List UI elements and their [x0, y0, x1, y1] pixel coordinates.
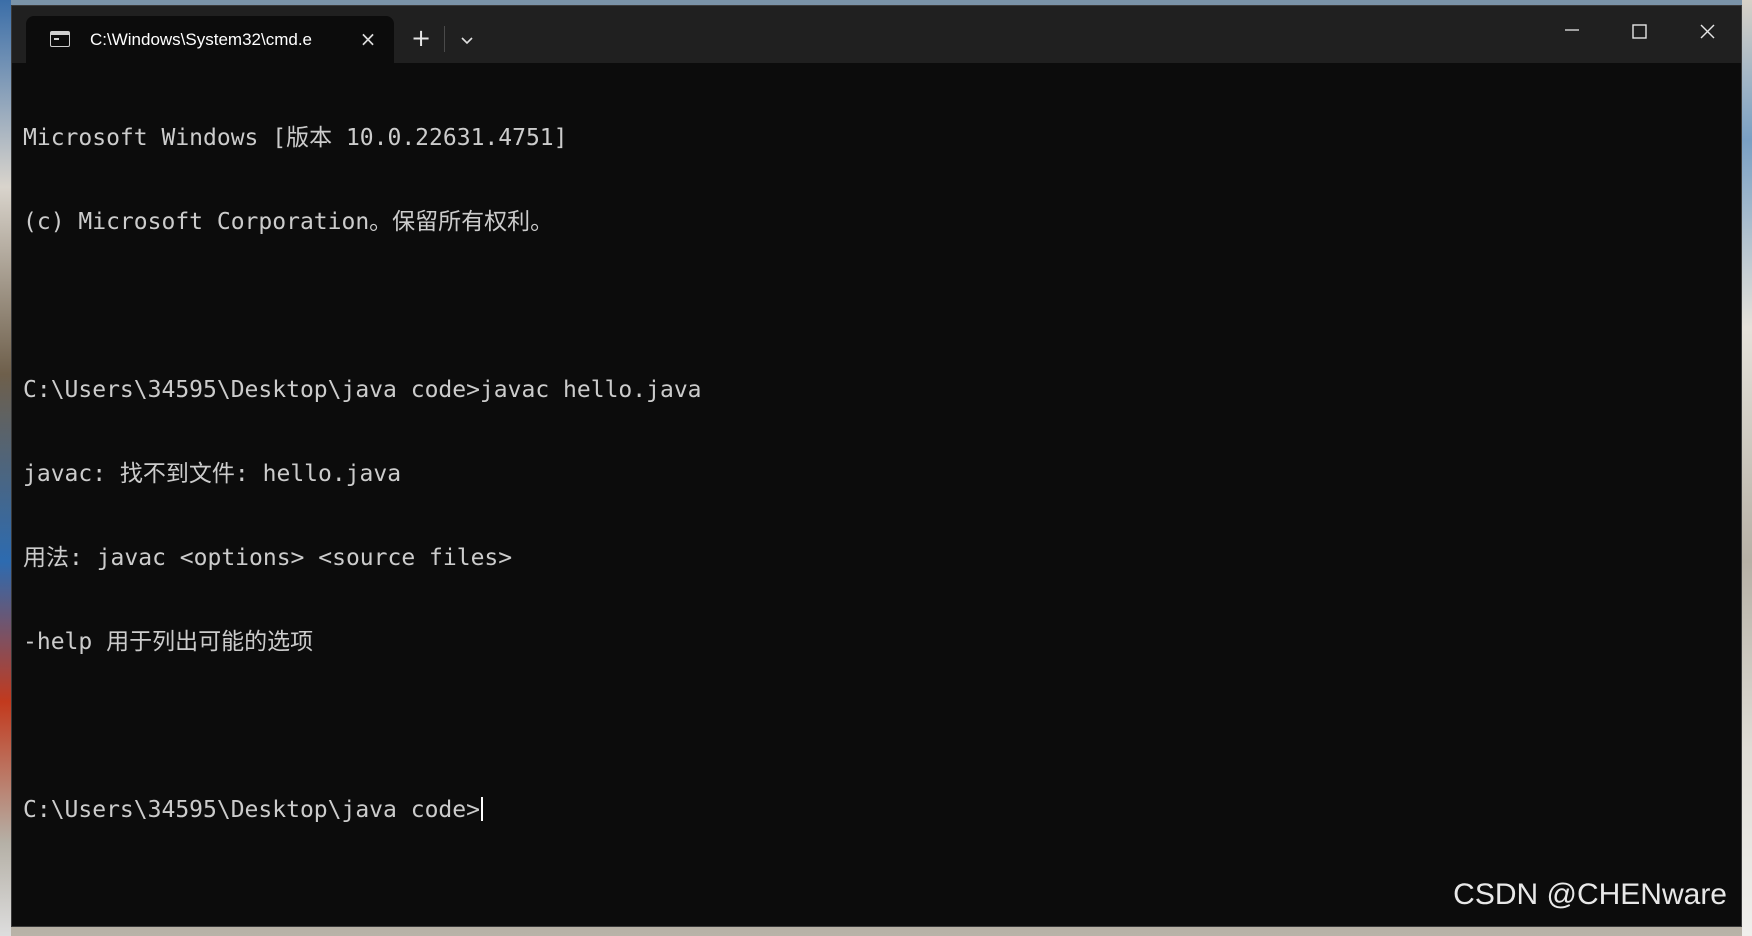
title-bar[interactable]: C:\Windows\System32\cmd.e × + [12, 6, 1741, 63]
tab-divider [444, 26, 445, 52]
console-line: (c) Microsoft Corporation。保留所有权利。 [23, 209, 554, 235]
console-line: C:\Users\34595\Desktop\java code>javac h… [23, 377, 702, 403]
maximize-icon [1632, 24, 1647, 39]
chevron-down-icon [461, 37, 473, 45]
text-cursor [480, 797, 483, 821]
desktop-left-edge [0, 0, 11, 936]
console-output[interactable]: Microsoft Windows [版本 10.0.22631.4751] (… [23, 68, 702, 880]
console-line: Microsoft Windows [版本 10.0.22631.4751] [23, 125, 568, 151]
minimize-icon [1565, 29, 1579, 31]
close-icon [1700, 24, 1715, 39]
new-tab-button[interactable]: + [406, 23, 436, 53]
watermark: CSDN @CHENware [1453, 878, 1727, 911]
console-line: -help 用于列出可能的选项 [23, 629, 314, 655]
minimize-button[interactable] [1537, 6, 1605, 63]
console-line: javac: 找不到文件: hello.java [23, 461, 402, 487]
console-prompt-line[interactable]: C:\Users\34595\Desktop\java code> [23, 796, 702, 824]
close-button[interactable] [1673, 6, 1741, 63]
console-prompt: C:\Users\34595\Desktop\java code> [23, 797, 480, 823]
tab-cmd[interactable]: C:\Windows\System32\cmd.e × [26, 16, 394, 63]
maximize-button[interactable] [1605, 6, 1673, 63]
console-line: 用法: javac <options> <source files> [23, 545, 513, 571]
tab-title: C:\Windows\System32\cmd.e [90, 30, 313, 49]
dropdown-button[interactable] [452, 26, 482, 56]
tab-close-icon[interactable]: × [356, 27, 380, 51]
desktop-right-edge [1742, 0, 1752, 936]
terminal-window: C:\Windows\System32\cmd.e × + Microsoft … [11, 5, 1742, 927]
console-icon [50, 31, 70, 47]
